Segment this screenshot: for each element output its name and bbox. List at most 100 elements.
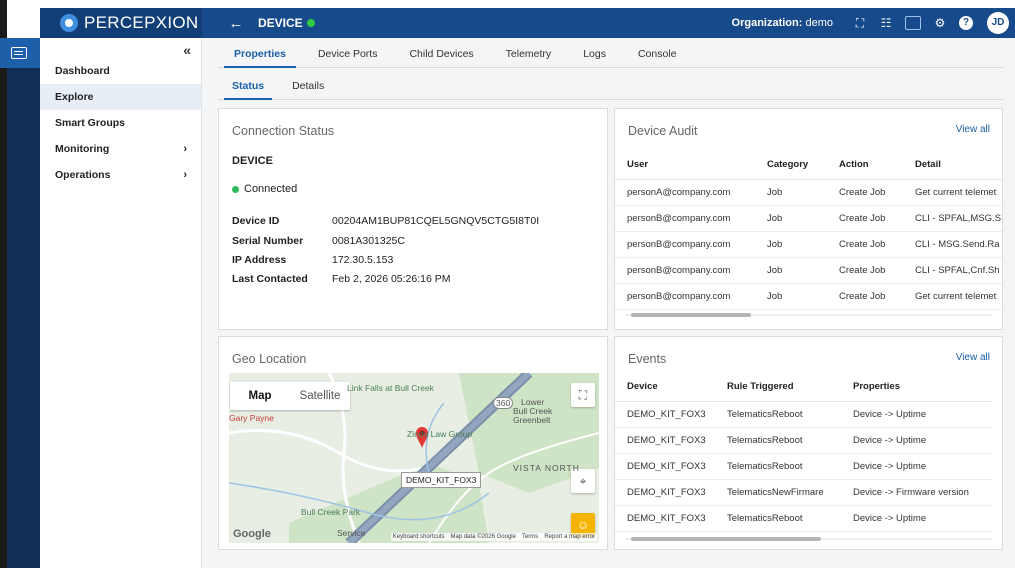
map-type-toggle: Map Satellite <box>230 382 350 410</box>
sidebar-item-operations[interactable]: Operations › <box>40 162 201 188</box>
scrollbar-thumb[interactable] <box>631 313 751 317</box>
help-icon[interactable]: ? <box>959 16 973 30</box>
column-header[interactable]: Properties <box>841 373 993 402</box>
sidebar-item-monitoring[interactable]: Monitoring › <box>40 136 201 162</box>
table-row[interactable]: DEMO_KIT_FOX3 TelematicsNewFirmare Device … <box>615 479 993 506</box>
table-cell: CLI - MSG.Send.Ra <box>903 231 1002 258</box>
subtab-details[interactable]: Details <box>278 76 338 99</box>
fullscreen-icon[interactable]: ⛶ <box>847 16 873 31</box>
organization-value: demo <box>805 17 833 29</box>
info-value: Feb 2, 2026 05:26:16 PM <box>332 273 451 285</box>
top-bar: PERCEPXION ← DEVICE Organization: demo ⛶… <box>40 8 1015 38</box>
brand-logo[interactable]: PERCEPXION <box>40 8 202 38</box>
tab-properties[interactable]: Properties <box>218 44 302 68</box>
table-cell: Get current telemet <box>903 283 1002 310</box>
table-cell: TelematicsReboot <box>715 427 841 454</box>
table-row[interactable]: personB@company.com Job Create Job CLI - MS… <box>615 231 1002 258</box>
info-row-serial-number: Serial Number 0081A301325C <box>232 235 405 247</box>
sidebar-item-dashboard[interactable]: Dashboard <box>40 58 201 84</box>
window-edge <box>0 0 7 568</box>
tab-child-devices[interactable]: Child Devices <box>393 44 489 67</box>
table-cell: Job <box>755 257 827 284</box>
view-all-audit-link[interactable]: View all <box>956 124 990 135</box>
device-audit-card: Device Audit View all User Category Acti… <box>614 108 1003 330</box>
info-value: 0081A301325C <box>332 235 405 247</box>
tab-bar: Properties Device Ports Child Devices Te… <box>218 44 1003 68</box>
info-key: Device ID <box>232 215 280 227</box>
table-cell: TelematicsReboot <box>715 401 841 428</box>
collapse-sidebar-icon[interactable]: « <box>183 42 191 58</box>
table-cell: Create Job <box>827 205 903 232</box>
audit-horizontal-scrollbar[interactable] <box>625 312 992 318</box>
table-row[interactable]: DEMO_KIT_FOX3 TelematicsReboot Device -> U… <box>615 427 993 454</box>
brand-mark-icon <box>60 14 78 32</box>
terms-link[interactable]: Terms <box>522 534 538 540</box>
table-row[interactable]: personA@company.com Job Create Job Get curr… <box>615 179 1002 206</box>
sidebar-item-label: Smart Groups <box>55 117 126 129</box>
table-row[interactable]: DEMO_KIT_FOX3 TelematicsReboot Device -> U… <box>615 505 993 532</box>
tab-console[interactable]: Console <box>622 44 693 67</box>
table-cell: personB@company.com <box>615 283 755 310</box>
column-header[interactable]: Device <box>615 373 715 402</box>
keyboard-shortcuts-link[interactable]: Keyboard shortcuts <box>393 534 445 540</box>
rail-menu-button[interactable] <box>0 38 40 68</box>
tab-logs[interactable]: Logs <box>567 44 622 67</box>
table-header-row: User Category Action Detail <box>615 151 1002 180</box>
card-title: Connection Status <box>232 124 335 138</box>
subtab-status[interactable]: Status <box>218 76 278 100</box>
table-row[interactable]: personB@company.com Job Create Job CLI - SP… <box>615 257 1002 284</box>
card-title: Events <box>628 352 667 366</box>
table-cell: personB@company.com <box>615 257 755 284</box>
map-type-satellite-button[interactable]: Satellite <box>290 382 350 410</box>
table-cell: Create Job <box>827 231 903 258</box>
column-header[interactable]: Category <box>755 151 827 180</box>
table-cell: Job <box>755 231 827 258</box>
table-cell: DEMO_KIT_FOX3 <box>615 479 715 506</box>
organization-selector[interactable]: Organization: demo <box>732 17 833 29</box>
settings-gear-icon[interactable]: ⚙ <box>927 16 953 30</box>
user-avatar[interactable]: JD <box>987 12 1009 34</box>
tab-telemetry[interactable]: Telemetry <box>490 44 568 67</box>
table-row[interactable]: DEMO_KIT_FOX3 TelematicsReboot Device -> U… <box>615 453 993 480</box>
column-header[interactable]: Action <box>827 151 903 180</box>
table-cell: Job <box>755 179 827 206</box>
tab-device-ports[interactable]: Device Ports <box>302 44 394 67</box>
column-header[interactable]: User <box>615 151 755 180</box>
highway-shield: 360 <box>493 397 514 409</box>
table-row[interactable]: personB@company.com Job Create Job Get curr… <box>615 283 1002 310</box>
sidebar-item-explore[interactable]: Explore <box>40 84 201 110</box>
sidebar: « Dashboard Explore Smart Groups Monitor… <box>40 38 202 568</box>
network-topology-icon[interactable]: ☷ <box>873 16 899 30</box>
report-map-error-link[interactable]: Report a map error <box>544 534 595 540</box>
table-cell: TelematicsReboot <box>715 453 841 480</box>
sidebar-item-label: Explore <box>55 91 94 103</box>
table-row[interactable]: personB@company.com Job Create Job CLI - SP… <box>615 205 1002 232</box>
column-header[interactable]: Detail <box>903 151 1002 180</box>
map-label: Link Falls at Bull Creek <box>347 383 434 393</box>
table-cell: DEMO_KIT_FOX3 <box>615 453 715 480</box>
map-attribution: Keyboard shortcuts Map data ©2026 Google… <box>390 533 597 541</box>
view-all-events-link[interactable]: View all <box>956 352 990 363</box>
events-horizontal-scrollbar[interactable] <box>625 536 992 542</box>
table-cell: DEMO_KIT_FOX3 <box>615 427 715 454</box>
scrollbar-thumb[interactable] <box>631 537 821 541</box>
column-header[interactable]: Rule Triggered <box>715 373 841 402</box>
monitor-icon[interactable] <box>905 16 921 30</box>
sidebar-item-label: Dashboard <box>55 65 110 77</box>
sidebar-item-smart-groups[interactable]: Smart Groups <box>40 110 201 136</box>
table-cell: Get current telemet <box>903 179 1002 206</box>
map-pin-label[interactable]: DEMO_KIT_FOX3 <box>401 472 482 488</box>
map-label: Gary Payne <box>229 413 274 423</box>
map-view[interactable]: Map Satellite ⛶ ⌖ ☺ Link Falls at Bull C… <box>229 373 599 543</box>
back-arrow-icon[interactable]: ← <box>224 15 248 32</box>
map-label: Greenbelt <box>513 415 551 425</box>
map-label: Bull Creek Park <box>301 507 361 517</box>
map-type-map-button[interactable]: Map <box>230 382 290 410</box>
info-value: 172.30.5.153 <box>332 254 394 266</box>
map-fullscreen-icon[interactable]: ⛶ <box>571 383 595 407</box>
table-row[interactable]: DEMO_KIT_FOX3 TelematicsReboot Device -> U… <box>615 401 993 428</box>
table-cell: personB@company.com <box>615 231 755 258</box>
device-name: DEVICE <box>232 155 273 167</box>
sidebar-item-label: Operations <box>55 169 111 181</box>
table-cell: Create Job <box>827 283 903 310</box>
